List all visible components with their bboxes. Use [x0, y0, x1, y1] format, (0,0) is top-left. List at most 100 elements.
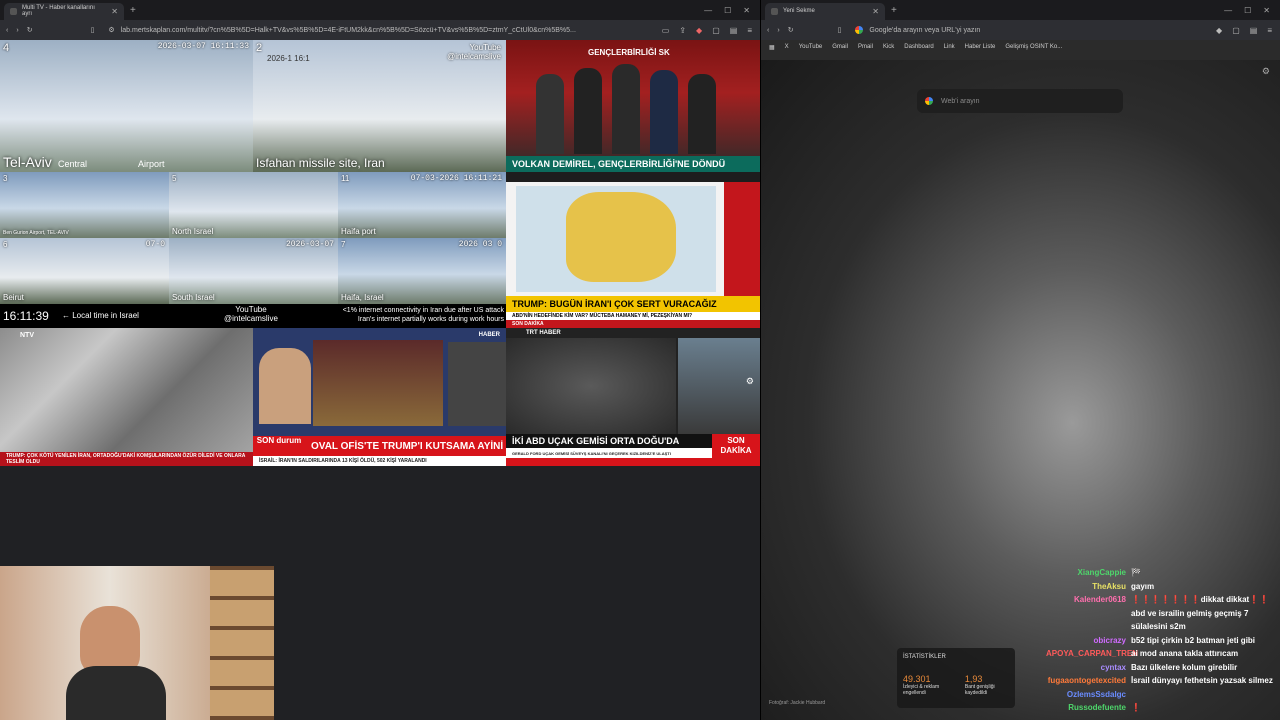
cam-isfahan[interactable]: 2 2026-1 16:1 YouTube @intelcamslive Isfa… [253, 40, 506, 172]
apps-icon[interactable]: ▦ [769, 44, 775, 51]
cam-north-israel[interactable]: 5 North Israel [169, 172, 338, 238]
settings-icon[interactable]: ⚙ [746, 376, 754, 387]
sidebar-icon[interactable]: ▤ [730, 26, 738, 35]
chat-username[interactable] [1046, 607, 1126, 621]
extensions-icon[interactable]: ▢ [1232, 26, 1240, 35]
bookmark-kick[interactable]: Kick [883, 44, 894, 50]
bookmark-icon[interactable]: ▯ [838, 26, 842, 34]
cam-haifa[interactable]: 7 2026 03 0 Haifa, Israel [338, 238, 506, 304]
stats-viewers: 49.301 [903, 674, 931, 684]
chat-username[interactable] [1046, 620, 1126, 634]
maximize-icon[interactable]: ☐ [1244, 6, 1251, 15]
close-icon[interactable]: ✕ [111, 7, 118, 16]
son-durum-tag: SON durum [253, 436, 305, 456]
bookmark-link[interactable]: Link [944, 44, 955, 50]
chat-username[interactable]: OzlemsSsdalgc [1046, 688, 1126, 702]
new-tab-icon[interactable]: + [130, 5, 136, 16]
stream-halk-tv[interactable]: HABER SON durum OVAL OFİS'TE TRUMP'I KUT… [253, 328, 506, 466]
cam-number: 4 [3, 42, 10, 54]
cast-icon[interactable]: ▭ [662, 26, 670, 35]
site-info-icon[interactable]: ⚙ [108, 26, 114, 34]
trt-ticker [506, 458, 760, 466]
photo-credit[interactable]: Fotoğraf: Jackie Hubbard [769, 700, 825, 706]
menu-icon[interactable]: ≡ [747, 26, 752, 35]
cam-haifa-port[interactable]: 11 07-03-2026 16:11:21 Haifa port [338, 172, 506, 238]
cam-tel-aviv[interactable]: 4 2026-03-07 16:11:33 Tel-Aviv Central A… [0, 40, 253, 172]
customize-gear-icon[interactable]: ⚙ [1262, 66, 1270, 77]
forward-icon[interactable]: › [16, 27, 18, 34]
share-icon[interactable]: ⇪ [679, 26, 686, 35]
chat-username[interactable]: TheAksu [1046, 580, 1126, 594]
chat-username[interactable]: obicrazy [1046, 634, 1126, 648]
chat-text: ❗ [1131, 703, 1141, 712]
chat-message: APOYA_CARPAN_TREN ai mod anana takla attı… [1046, 647, 1276, 661]
bookmark-dashboard[interactable]: Dashboard [904, 44, 933, 50]
close-icon[interactable]: ✕ [872, 7, 879, 16]
bookmark-haber-liste[interactable]: Haber Liste [965, 44, 996, 50]
chat-text: gayım [1131, 581, 1155, 591]
window-close-icon[interactable]: ✕ [1263, 6, 1270, 15]
tab-title: Yeni Sekme [783, 8, 815, 14]
haber-tag: HABER [478, 332, 500, 338]
window-close-icon[interactable]: ✕ [743, 6, 750, 15]
bookmark-gmail[interactable]: Gmail [832, 44, 848, 50]
extensions-icon[interactable]: ▢ [712, 26, 720, 35]
cam-label: North Israel [172, 227, 214, 236]
bookmark-icon[interactable]: ▯ [91, 26, 95, 34]
maximize-icon[interactable]: ☐ [724, 6, 731, 15]
reload-icon[interactable]: ↻ [27, 26, 33, 34]
map [516, 186, 716, 292]
tab-new-tab[interactable]: Yeni Sekme ✕ [765, 2, 885, 20]
chat-message: abd ve israilin gelmiş geçmiş 7 [1046, 607, 1276, 621]
chat-username[interactable]: fugaaontogetexcited [1046, 674, 1126, 688]
address-bar: ‹ › ↻ ▯ ⚙ lab.mertskaplan.com/multitv/?c… [0, 20, 760, 40]
cam-south-israel[interactable]: 2026-03-07 South Israel [169, 238, 338, 304]
omnibox-placeholder: Google'da arayın veya URL'yi yazın [869, 26, 981, 34]
cam-timestamp: 2026 03 0 [458, 240, 502, 249]
cam-ben-gurion[interactable]: 3 Ben Gurion Airport, TEL-AVIV [0, 172, 169, 238]
bookmark-youtube[interactable]: YouTube [799, 44, 823, 50]
bookmark-osint[interactable]: Gelişmiş OSINT Ko... [1005, 44, 1062, 50]
minimize-icon[interactable]: — [704, 6, 712, 15]
back-icon[interactable]: ‹ [767, 27, 769, 34]
back-icon[interactable]: ‹ [6, 27, 8, 34]
shield-icon[interactable]: ◆ [1216, 26, 1222, 35]
chat-text: Bazı ülkelere kolum girebilir [1131, 662, 1238, 672]
chat-username[interactable]: Kalender0618 [1046, 593, 1126, 607]
cam-label: Tel-Aviv [3, 154, 52, 170]
tab-multitv[interactable]: Multi TV - Haber kanallarını ayrı ✕ [4, 2, 124, 20]
omnibox[interactable]: Google'da arayın veya URL'yi yazın [849, 23, 1208, 37]
chat-username[interactable]: XiangCappie [1046, 566, 1126, 580]
stats-bandwidth-label: Bant genişliği kaydedildi [964, 684, 995, 696]
stream-trt-haber[interactable]: TRT HABER ⚙ İKİ ABD UÇAK GEMİSİ ORTA DOĞ… [506, 328, 760, 466]
cam-timestamp: 07-0 [145, 240, 165, 249]
forward-icon[interactable]: › [777, 27, 779, 34]
bookmark-pmail[interactable]: Pmail [858, 44, 873, 50]
sidebar-icon[interactable]: ▤ [1250, 26, 1258, 35]
chat-username[interactable]: APOYA_CARPAN_TREN [1046, 647, 1138, 661]
reload-icon[interactable]: ↻ [788, 26, 794, 34]
cam-number: 11 [341, 174, 350, 183]
streamer-body [66, 666, 166, 720]
tab-title: Multi TV - Haber kanallarını ayrı [21, 5, 95, 17]
menu-icon[interactable]: ≡ [1267, 26, 1272, 35]
chat-text: ❗❗❗❗❗❗❗dikkat dikkat❗❗ [1131, 595, 1270, 604]
chat-username[interactable]: Russodefuente [1046, 701, 1126, 715]
stream-ntv[interactable]: NTV TRUMP: ÇOK KÖTÜ YENİLEN İRAN, ORTADO… [0, 328, 253, 466]
stream-sozcu[interactable]: GENÇLERBİRLİĞİ SK VOLKAN DEMİREL, GENÇLE… [506, 40, 760, 172]
chat-text: abd ve israilin gelmiş geçmiş 7 [1131, 608, 1249, 618]
stream-cnn-turk[interactable]: TRUMP: BUGÜN İRAN'I ÇOK SERT VURACAĞIZ A… [506, 172, 760, 328]
chat-username[interactable]: cyntax [1046, 661, 1126, 675]
cam-beirut[interactable]: 6 07-0 Beirut [0, 238, 169, 304]
url-field[interactable]: ⚙ lab.mertskaplan.com/multitv/?cn%5B%5D=… [102, 23, 653, 37]
search-box[interactable]: Web'i arayın [917, 89, 1123, 113]
stats-viewers-label: İzleyici & reklam engellendi [903, 684, 940, 696]
chat-message: obicrazy b52 tipi çirkin b2 batman jeti g… [1046, 634, 1276, 648]
cam-number: 3 [3, 174, 8, 183]
minimize-icon[interactable]: — [1224, 6, 1232, 15]
left-browser-window: Multi TV - Haber kanallarını ayrı ✕ + — … [0, 0, 760, 720]
chat-message: TheAksu gayım [1046, 580, 1276, 594]
new-tab-icon[interactable]: + [891, 5, 897, 16]
bookmark-x[interactable]: X [785, 44, 789, 50]
shield-icon[interactable]: ◆ [696, 26, 702, 35]
